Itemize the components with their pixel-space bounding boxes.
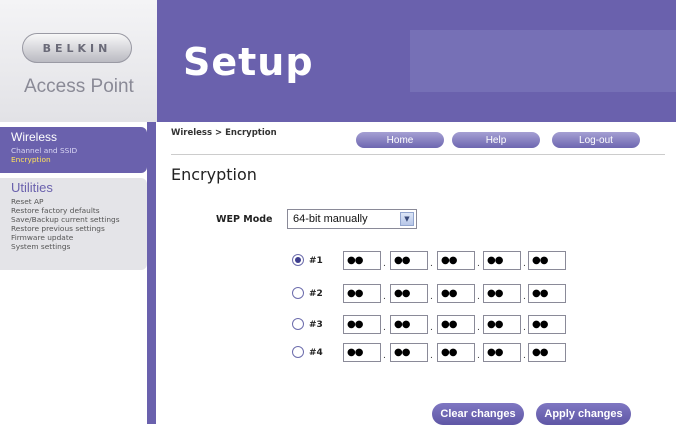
key-1-byte-3-input[interactable]: ●● xyxy=(437,251,475,270)
key-radio-4[interactable] xyxy=(292,346,304,358)
belkin-logo: BELKIN xyxy=(22,33,132,63)
key-2-byte-4-input[interactable]: ●● xyxy=(483,284,521,303)
key-2-byte-3-input[interactable]: ●● xyxy=(437,284,475,303)
byte-separator: . xyxy=(477,323,480,333)
logout-button[interactable]: Log-out xyxy=(552,132,640,148)
byte-separator: . xyxy=(430,351,433,361)
key-4-byte-4-input[interactable]: ●● xyxy=(483,343,521,362)
byte-separator: . xyxy=(523,259,526,269)
key-3-byte-2-input[interactable]: ●● xyxy=(390,315,428,334)
sidebar-item-firmware-update[interactable]: Firmware update xyxy=(11,233,73,242)
key-3-byte-5-input[interactable]: ●● xyxy=(528,315,566,334)
key-1-byte-5-input[interactable]: ●● xyxy=(528,251,566,270)
sidebar-item-save-backup[interactable]: Save/Backup current settings xyxy=(11,215,120,224)
key-4-byte-2-input[interactable]: ●● xyxy=(390,343,428,362)
key-label: #1 xyxy=(309,256,323,266)
chevron-down-icon[interactable]: ▼ xyxy=(400,212,414,226)
sidebar-item-encryption[interactable]: Encryption xyxy=(11,155,51,164)
sidebar-item-reset-ap[interactable]: Reset AP xyxy=(11,197,44,206)
home-button[interactable]: Home xyxy=(356,132,444,148)
help-button[interactable]: Help xyxy=(452,132,540,148)
key-1-byte-4-input[interactable]: ●● xyxy=(483,251,521,270)
key-4-byte-3-input[interactable]: ●● xyxy=(437,343,475,362)
byte-separator: . xyxy=(523,292,526,302)
key-4-byte-5-input[interactable]: ●● xyxy=(528,343,566,362)
key-3-byte-4-input[interactable]: ●● xyxy=(483,315,521,334)
key-radio-1[interactable] xyxy=(292,254,304,266)
key-label: #4 xyxy=(309,348,323,358)
key-3-byte-3-input[interactable]: ●● xyxy=(437,315,475,334)
byte-separator: . xyxy=(383,259,386,269)
byte-separator: . xyxy=(430,259,433,269)
key-label: #3 xyxy=(309,320,323,330)
key-2-byte-1-input[interactable]: ●● xyxy=(343,284,381,303)
divider xyxy=(171,154,665,155)
byte-separator: . xyxy=(523,323,526,333)
apply-changes-button[interactable]: Apply changes xyxy=(536,403,631,425)
radio-selected-dot xyxy=(295,257,301,263)
byte-separator: . xyxy=(477,351,480,361)
key-2-byte-5-input[interactable]: ●● xyxy=(528,284,566,303)
key-radio-3[interactable] xyxy=(292,318,304,330)
key-1-byte-1-input[interactable]: ●● xyxy=(343,251,381,270)
sidebar-divider xyxy=(147,122,156,424)
key-4-byte-1-input[interactable]: ●● xyxy=(343,343,381,362)
byte-separator: . xyxy=(430,292,433,302)
byte-separator: . xyxy=(383,292,386,302)
byte-separator: . xyxy=(477,292,480,302)
page-title: Encryption xyxy=(171,165,257,184)
sidebar-item-channel-ssid[interactable]: Channel and SSID xyxy=(11,146,77,155)
key-3-byte-1-input[interactable]: ●● xyxy=(343,315,381,334)
belkin-logo-text: BELKIN xyxy=(42,41,112,55)
wep-mode-value: 64-bit manually xyxy=(293,213,368,225)
clear-changes-button[interactable]: Clear changes xyxy=(432,403,524,425)
sidebar-heading-utilities[interactable]: Utilities xyxy=(11,180,53,195)
sidebar-item-restore-defaults[interactable]: Restore factory defaults xyxy=(11,206,100,215)
byte-separator: . xyxy=(523,351,526,361)
breadcrumb: Wireless > Encryption xyxy=(171,128,277,138)
sidebar-item-restore-previous[interactable]: Restore previous settings xyxy=(11,224,105,233)
wep-mode-select[interactable]: 64-bit manually ▼ xyxy=(287,209,417,229)
page-header-title: Setup xyxy=(183,40,314,84)
key-radio-2[interactable] xyxy=(292,287,304,299)
header-accent xyxy=(410,30,676,92)
sidebar-item-system-settings[interactable]: System settings xyxy=(11,242,70,251)
key-label: #2 xyxy=(309,289,323,299)
key-2-byte-2-input[interactable]: ●● xyxy=(390,284,428,303)
product-name: Access Point xyxy=(24,76,134,97)
byte-separator: . xyxy=(383,323,386,333)
byte-separator: . xyxy=(477,259,480,269)
wep-mode-label: WEP Mode xyxy=(216,214,273,225)
byte-separator: . xyxy=(383,351,386,361)
key-1-byte-2-input[interactable]: ●● xyxy=(390,251,428,270)
sidebar-heading-wireless[interactable]: Wireless xyxy=(11,130,57,144)
byte-separator: . xyxy=(430,323,433,333)
